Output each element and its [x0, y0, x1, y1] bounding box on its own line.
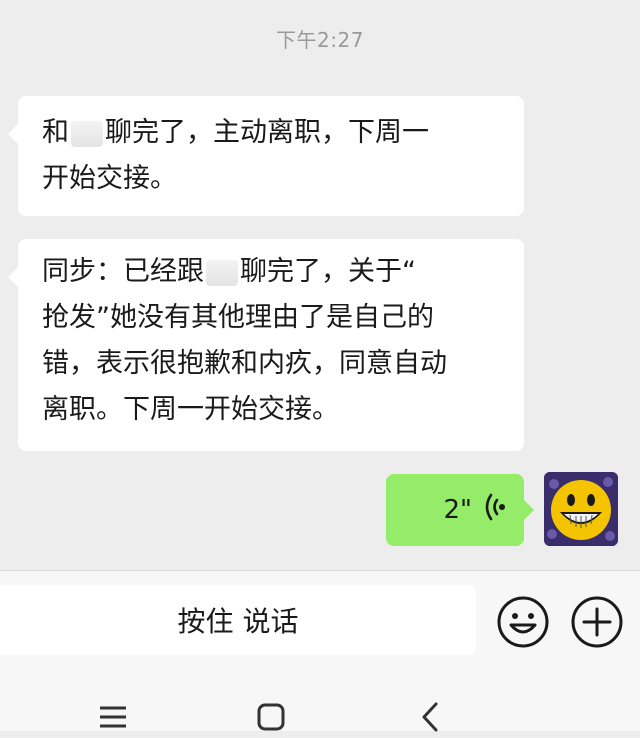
message-timestamp: 下午2:27	[276, 28, 364, 52]
message-line: 和聊完了，主动离职，下周一	[42, 117, 429, 148]
outgoing-voice-message[interactable]: 2"	[386, 474, 534, 546]
message-line: 开始交接。	[42, 163, 177, 194]
voice-duration: 2"	[443, 495, 472, 525]
plus-circle-icon[interactable]	[570, 595, 624, 649]
redacted-name-blur	[206, 259, 238, 286]
user-avatar[interactable]	[544, 472, 618, 546]
system-navigation-bar	[0, 662, 640, 734]
message-line: 离职。下周一开始交接。	[42, 394, 339, 425]
back-chevron-icon[interactable]	[414, 700, 448, 734]
chat-area: 下午2:27 和聊完了，主动离职，下周一 开始交接。 同步：已经跟 聊完了，关于“…	[0, 0, 640, 570]
incoming-message-bubble[interactable]: 和聊完了，主动离职，下周一 开始交接。	[8, 96, 524, 216]
message-line: 抢发”她没有其他理由了是自己的	[42, 302, 434, 333]
home-square-icon[interactable]	[254, 700, 288, 734]
voice-wave-icon	[484, 492, 506, 529]
redacted-name-blur	[71, 120, 103, 147]
incoming-message-bubble[interactable]: 同步：已经跟 聊完了，关于“ 抢发”她没有其他理由了是自己的 错，表示很抱歉和内疚…	[8, 239, 524, 451]
message-line: 同步：已经跟 聊完了，关于“	[42, 256, 416, 287]
menu-icon[interactable]	[96, 700, 130, 734]
hold-to-talk-button[interactable]: 按住 说话	[0, 585, 476, 655]
smiley-face-icon[interactable]	[496, 595, 550, 649]
message-line: 错，表示很抱歉和内疚，同意自动	[42, 348, 447, 379]
chat-input-bar: 按住 说话	[0, 570, 640, 663]
